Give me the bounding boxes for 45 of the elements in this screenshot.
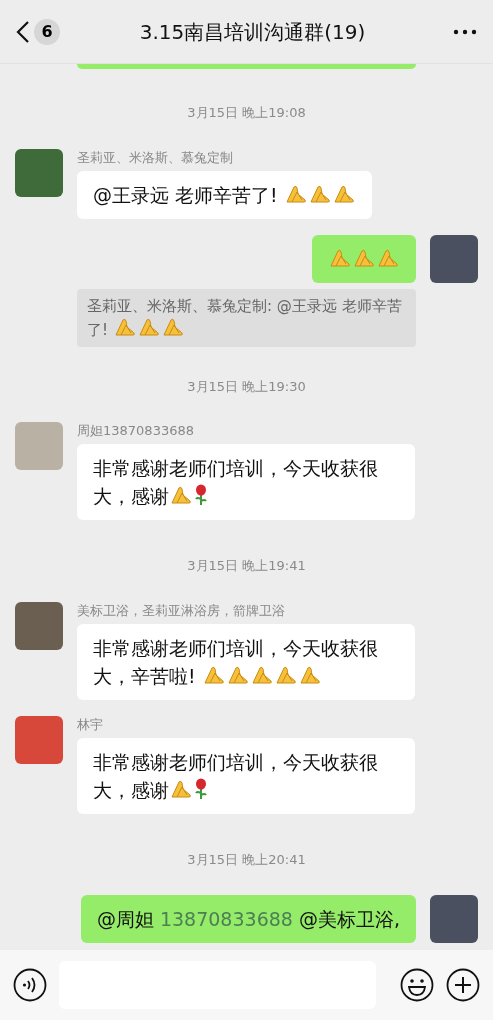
sender-name: 周妲13870833688 xyxy=(77,422,194,440)
praying-hands-icon xyxy=(113,316,136,337)
avatar-image[interactable] xyxy=(15,715,63,764)
sender-name: 林宇 xyxy=(77,715,103,734)
praying-hands-icon xyxy=(353,247,375,268)
timestamp: 3月15日 晚上19:30 xyxy=(187,377,306,396)
sender-name: 美标卫浴，圣莉亚淋浴房，箭牌卫浴 xyxy=(77,601,285,620)
avatar-image[interactable] xyxy=(15,601,63,650)
message-bubble: 非常感谢老师们培训，今天收获很大，感谢 xyxy=(77,737,415,814)
praying-hands-icon xyxy=(170,778,192,799)
praying-hands-icon xyxy=(161,316,184,337)
message-bubble: 非常感谢老师们培训，今天收获很大，辛苦啦! xyxy=(77,623,415,700)
chat-title: 3.15南昌培训沟通群(19) xyxy=(138,18,367,46)
praying-hands-icon xyxy=(170,485,192,505)
timestamp: 3月15日 晚上19:41 xyxy=(187,557,306,575)
sender-name: 圣莉亚、米洛斯、慕兔定制 xyxy=(77,148,233,167)
avatar-image[interactable] xyxy=(15,148,63,197)
voice-icon[interactable] xyxy=(13,968,47,1002)
message-bubble: 非常感谢老师们培训，今天收获很大，感谢 xyxy=(77,444,415,520)
praying-hands-icon xyxy=(250,664,273,685)
praying-hands-icon xyxy=(298,664,321,685)
quoted-message[interactable]: 圣莉亚、米洛斯、慕兔定制: @王录远 老师辛苦了! xyxy=(77,288,416,347)
emoji-icon[interactable] xyxy=(400,968,434,1002)
praying-hands-icon xyxy=(329,247,351,268)
back-chevron-icon xyxy=(16,19,30,44)
praying-hands-icon xyxy=(274,664,297,685)
timestamp: 3月15日 晚上20:41 xyxy=(187,850,306,869)
unread-badge: 6 xyxy=(34,18,60,45)
rose-icon xyxy=(194,484,208,506)
plus-icon[interactable] xyxy=(446,968,480,1002)
praying-hands-icon xyxy=(284,183,307,204)
timestamp: 3月15日 晚上19:08 xyxy=(187,104,306,122)
praying-hands-icon xyxy=(226,664,249,685)
back-button[interactable]: 6 xyxy=(16,18,60,45)
more-icon[interactable] xyxy=(453,28,477,35)
praying-hands-icon xyxy=(332,183,355,204)
rose-icon xyxy=(194,777,208,800)
message-bubble: @王录远 老师辛苦了! xyxy=(77,170,372,219)
praying-hands-icon xyxy=(202,664,225,685)
praying-hands-icon xyxy=(377,247,399,268)
avatar-image[interactable] xyxy=(430,234,478,283)
praying-hands-icon xyxy=(137,316,160,337)
phone-link[interactable]: 13870833688 xyxy=(159,908,293,930)
message-bubble: @周妲 13870833688 @美标卫浴, xyxy=(80,895,416,943)
praying-hands-icon xyxy=(308,183,331,204)
